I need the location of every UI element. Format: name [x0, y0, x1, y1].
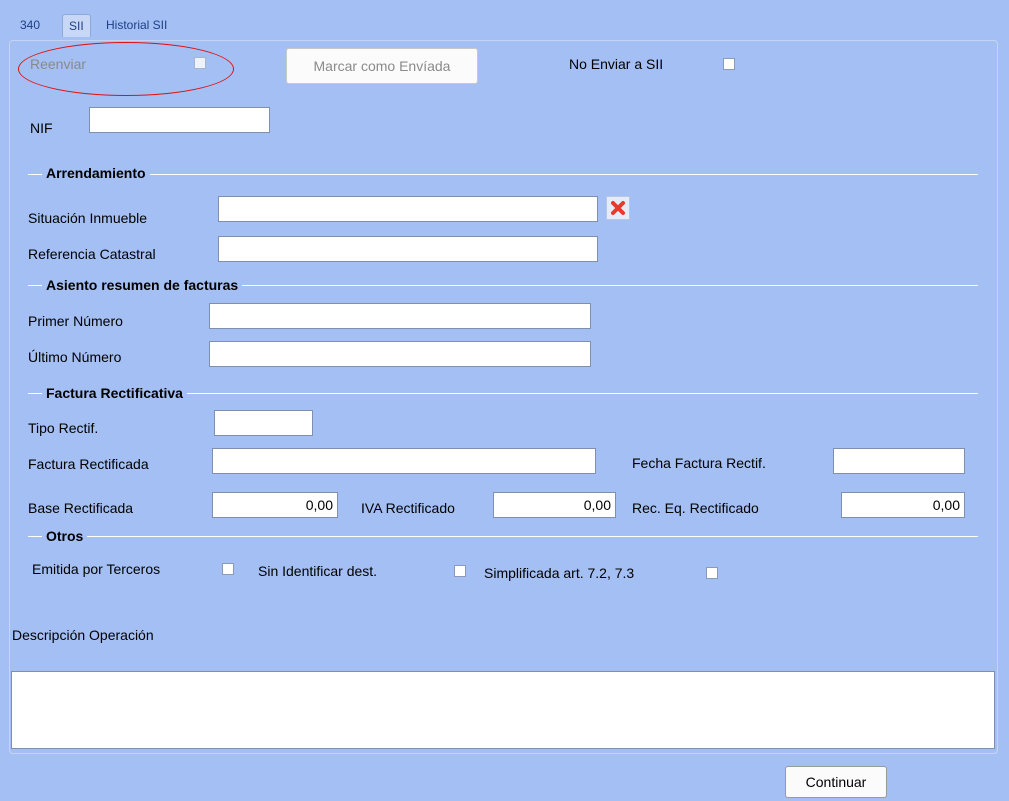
sin-identificar-checkbox[interactable]: [454, 565, 466, 577]
continuar-button[interactable]: Continuar: [785, 766, 887, 798]
no-enviar-checkbox[interactable]: [723, 58, 735, 70]
sin-identificar-label: Sin Identificar dest.: [258, 563, 378, 579]
referencia-catastral-input[interactable]: [218, 236, 598, 262]
referencia-catastral-label: Referencia Catastral: [28, 246, 156, 262]
iva-rectificado-input[interactable]: 0,00: [493, 492, 616, 518]
tab-historial-sii[interactable]: Historial SII: [100, 14, 173, 36]
descripcion-operacion-label: Descripción Operación: [12, 627, 154, 643]
no-enviar-label: No Enviar a SII: [569, 56, 664, 72]
nif-input[interactable]: [89, 107, 270, 133]
rec-eq-rectificado-input[interactable]: 0,00: [841, 492, 965, 518]
section-title-rectificativa: Factura Rectificativa: [42, 385, 187, 401]
annotation-ellipse: [18, 42, 234, 96]
emitida-por-terceros-checkbox[interactable]: [222, 563, 234, 575]
simplificada-label: Simplificada art. 7.2, 7.3: [484, 565, 635, 581]
red-x-icon: [611, 201, 625, 215]
rec-eq-rectificado-label: Rec. Eq. Rectificado: [632, 500, 759, 516]
divider-arrendamiento: [28, 174, 978, 175]
fecha-factura-rectif-input[interactable]: [833, 448, 965, 474]
nif-label: NIF: [30, 120, 53, 136]
emitida-por-terceros-label: Emitida por Terceros: [32, 561, 161, 577]
section-title-arrendamiento: Arrendamiento: [42, 165, 150, 181]
factura-rectificada-input[interactable]: [212, 448, 596, 474]
ultimo-numero-input[interactable]: [209, 341, 591, 367]
fecha-factura-rectif-label: Fecha Factura Rectif.: [632, 455, 766, 471]
situacion-inmueble-input[interactable]: [218, 196, 598, 222]
tipo-rectif-input[interactable]: [214, 410, 313, 436]
section-title-otros: Otros: [42, 528, 88, 544]
base-rectificada-label: Base Rectificada: [28, 500, 134, 516]
base-rectificada-input[interactable]: 0,00: [212, 492, 338, 518]
marcar-como-enviada-button[interactable]: Marcar como Envíada: [286, 48, 478, 84]
primer-numero-label: Primer Número: [28, 313, 123, 329]
iva-rectificado-label: IVA Rectificado: [361, 500, 455, 516]
divider-otros: [28, 536, 978, 537]
simplificada-checkbox[interactable]: [706, 567, 718, 579]
situacion-inmueble-label: Situación Inmueble: [28, 210, 148, 226]
primer-numero-input[interactable]: [209, 303, 591, 329]
descripcion-operacion-textarea[interactable]: [11, 671, 995, 749]
tab-340[interactable]: 340: [14, 14, 46, 36]
ultimo-numero-label: Último Número: [28, 349, 122, 365]
tipo-rectif-label: Tipo Rectif.: [28, 420, 99, 436]
section-title-asiento: Asiento resumen de facturas: [42, 277, 243, 293]
clear-situacion-button[interactable]: [606, 196, 630, 220]
tab-sii[interactable]: SII: [62, 14, 91, 37]
factura-rectificada-label: Factura Rectificada: [28, 456, 149, 472]
